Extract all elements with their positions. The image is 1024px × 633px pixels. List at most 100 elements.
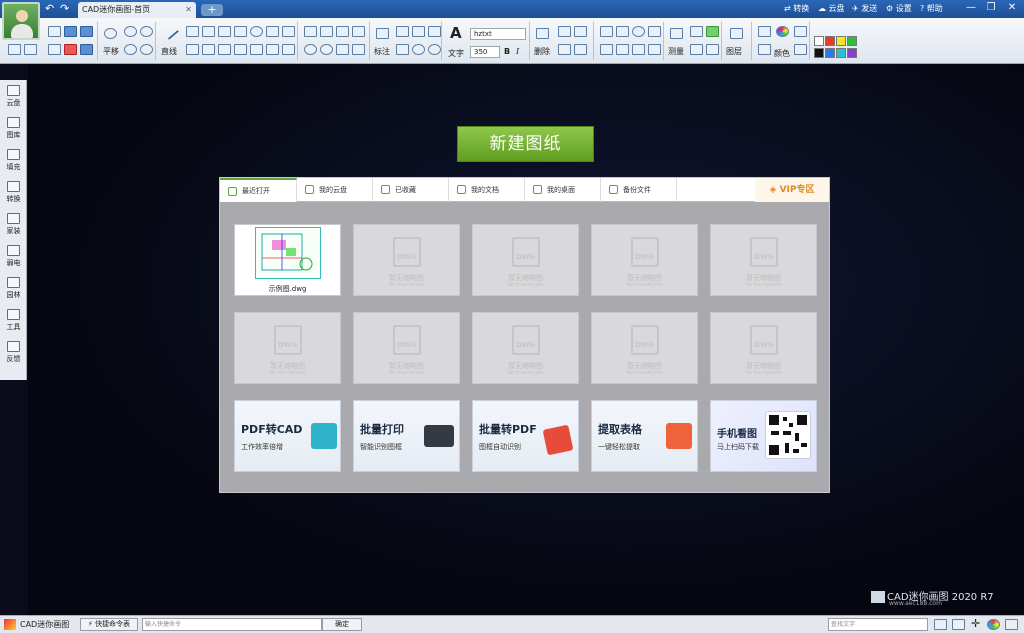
multiline-icon[interactable] xyxy=(202,26,215,37)
text-tool-icon[interactable]: A xyxy=(450,24,462,42)
sidebar-item-home-deco[interactable]: 家装 xyxy=(0,210,27,242)
sidebar-item-low-voltage[interactable]: 弱电 xyxy=(0,242,27,274)
spline-icon[interactable] xyxy=(234,26,247,37)
polygon-icon[interactable] xyxy=(202,44,215,55)
cut-icon[interactable] xyxy=(574,26,587,37)
explode-icon[interactable] xyxy=(648,44,661,55)
close-window-button[interactable]: ✕ xyxy=(1003,1,1021,15)
tab-recent[interactable]: 最近打开 xyxy=(220,178,297,202)
pencil-icon[interactable] xyxy=(706,26,719,37)
copy-icon[interactable] xyxy=(558,26,571,37)
scale-icon[interactable] xyxy=(600,44,613,55)
stretch-icon[interactable] xyxy=(616,26,629,37)
crosshair-icon[interactable]: ✛ xyxy=(971,617,980,630)
brush-icon[interactable] xyxy=(794,26,807,37)
rotate-icon[interactable] xyxy=(304,44,317,55)
mirror-icon[interactable] xyxy=(632,44,645,55)
dimension-icon[interactable] xyxy=(376,28,389,39)
block-icon[interactable] xyxy=(616,44,629,55)
save-as-icon[interactable] xyxy=(80,26,93,37)
vip-zone-button[interactable]: ◈ VIP专区 xyxy=(755,178,829,202)
export-image-icon[interactable] xyxy=(80,44,93,55)
triangle-icon[interactable] xyxy=(186,44,199,55)
zoom-in-icon[interactable] xyxy=(124,26,137,37)
zoom-window-icon[interactable] xyxy=(124,44,137,55)
eyedropper-icon[interactable] xyxy=(794,44,807,55)
copy-left-icon[interactable] xyxy=(8,44,21,55)
calc-icon[interactable] xyxy=(690,44,703,55)
swatch-yellow[interactable] xyxy=(836,36,846,46)
radius-dim-icon[interactable] xyxy=(412,44,425,55)
circle-icon[interactable] xyxy=(250,26,263,37)
user-avatar[interactable] xyxy=(2,2,40,40)
compare-icon[interactable] xyxy=(706,44,719,55)
offset-icon[interactable] xyxy=(304,26,317,37)
pan-icon[interactable] xyxy=(104,28,117,39)
layer-icon[interactable] xyxy=(730,28,743,39)
convert-button[interactable]: ⇄ 转换 xyxy=(784,3,809,14)
save-icon[interactable] xyxy=(64,26,77,37)
tab-favorites[interactable]: 已收藏 xyxy=(373,178,449,202)
new-drawing-button[interactable]: 新建图纸 xyxy=(457,126,594,162)
area-icon[interactable] xyxy=(690,26,703,37)
print-icon[interactable] xyxy=(48,44,61,55)
batch-to-pdf-card[interactable]: 批量转PDF 图框自动识别 xyxy=(472,400,579,472)
tab-backup[interactable]: 备份文件 xyxy=(601,178,677,202)
mobile-view-card[interactable]: 手机看图 马上扫码下载 xyxy=(710,400,817,472)
extract-table-card[interactable]: 提取表格 一键轻松提取 xyxy=(591,400,698,472)
sidebar-item-tools[interactable]: 工具 xyxy=(0,306,27,338)
command-input[interactable]: 输入快捷命令 xyxy=(142,618,322,631)
tab-my-documents[interactable]: 我的文档 xyxy=(449,178,525,202)
angular-dim-icon[interactable] xyxy=(412,26,425,37)
paste-icon[interactable] xyxy=(558,44,571,55)
linetype-icon[interactable] xyxy=(758,26,771,37)
color-status-icon[interactable] xyxy=(987,619,1000,630)
diameter-dim-icon[interactable] xyxy=(428,44,441,55)
xline-icon[interactable] xyxy=(282,44,295,55)
trim-icon[interactable] xyxy=(320,26,333,37)
bold-button[interactable]: B xyxy=(504,47,510,56)
lineweight-icon[interactable] xyxy=(758,44,771,55)
leader-icon[interactable] xyxy=(396,44,409,55)
shortcut-table-button[interactable]: ⚡ 快捷命令表 xyxy=(80,618,138,631)
sidebar-item-feedback[interactable]: 反馈 xyxy=(0,338,27,370)
undo-icon[interactable]: ↶ xyxy=(45,2,54,15)
sidebar-item-garden[interactable]: 园林 xyxy=(0,274,27,306)
sidebar-item-cloud[interactable]: 云盘 xyxy=(0,82,27,114)
tab-home[interactable]: CAD迷你画图-首页 ✕ xyxy=(78,2,196,18)
ellipse-icon[interactable] xyxy=(282,26,295,37)
fillet-icon[interactable] xyxy=(336,26,349,37)
send-button[interactable]: ✈ 发送 xyxy=(852,3,877,14)
redo-icon[interactable]: ↷ xyxy=(60,2,69,15)
arc-icon[interactable] xyxy=(266,26,279,37)
polyline-icon[interactable] xyxy=(186,26,199,37)
continuous-dim-icon[interactable] xyxy=(428,26,441,37)
swatch-cyan[interactable] xyxy=(836,48,846,58)
rect-icon[interactable] xyxy=(218,26,231,37)
help-button[interactable]: ? 帮助 xyxy=(920,3,943,14)
move-icon[interactable] xyxy=(600,26,613,37)
swatch-blue[interactable] xyxy=(825,48,835,58)
settings-button[interactable]: ⚙ 设置 xyxy=(886,3,912,14)
recent-file-thumb[interactable]: 示例图.dwg xyxy=(234,224,341,296)
close-tab-icon[interactable]: ✕ xyxy=(185,2,192,18)
tab-my-desktop[interactable]: 我的桌面 xyxy=(525,178,601,202)
export-pdf-icon[interactable] xyxy=(64,44,77,55)
match-prop-icon[interactable] xyxy=(574,44,587,55)
swatch-white[interactable] xyxy=(814,36,824,46)
parallelogram-icon[interactable] xyxy=(218,44,231,55)
swatch-black[interactable] xyxy=(814,48,824,58)
pdf-to-cad-card[interactable]: PDF转CAD 工作效率倍增 xyxy=(234,400,341,472)
swatch-red[interactable] xyxy=(825,36,835,46)
aligned-dim-icon[interactable] xyxy=(396,26,409,37)
revision-cloud-icon[interactable] xyxy=(250,44,263,55)
rotate-object-icon[interactable] xyxy=(632,26,645,37)
eraser-icon[interactable] xyxy=(536,28,549,39)
measure-icon[interactable] xyxy=(670,28,683,39)
sidebar-item-convert[interactable]: 转换 xyxy=(0,178,27,210)
cloud-button[interactable]: ☁ 云盘 xyxy=(818,3,845,14)
tab-my-cloud[interactable]: 我的云盘 xyxy=(297,178,373,202)
zoom-extents-icon[interactable] xyxy=(140,44,153,55)
line-tool-icon[interactable] xyxy=(161,23,180,40)
ray-icon[interactable] xyxy=(266,44,279,55)
